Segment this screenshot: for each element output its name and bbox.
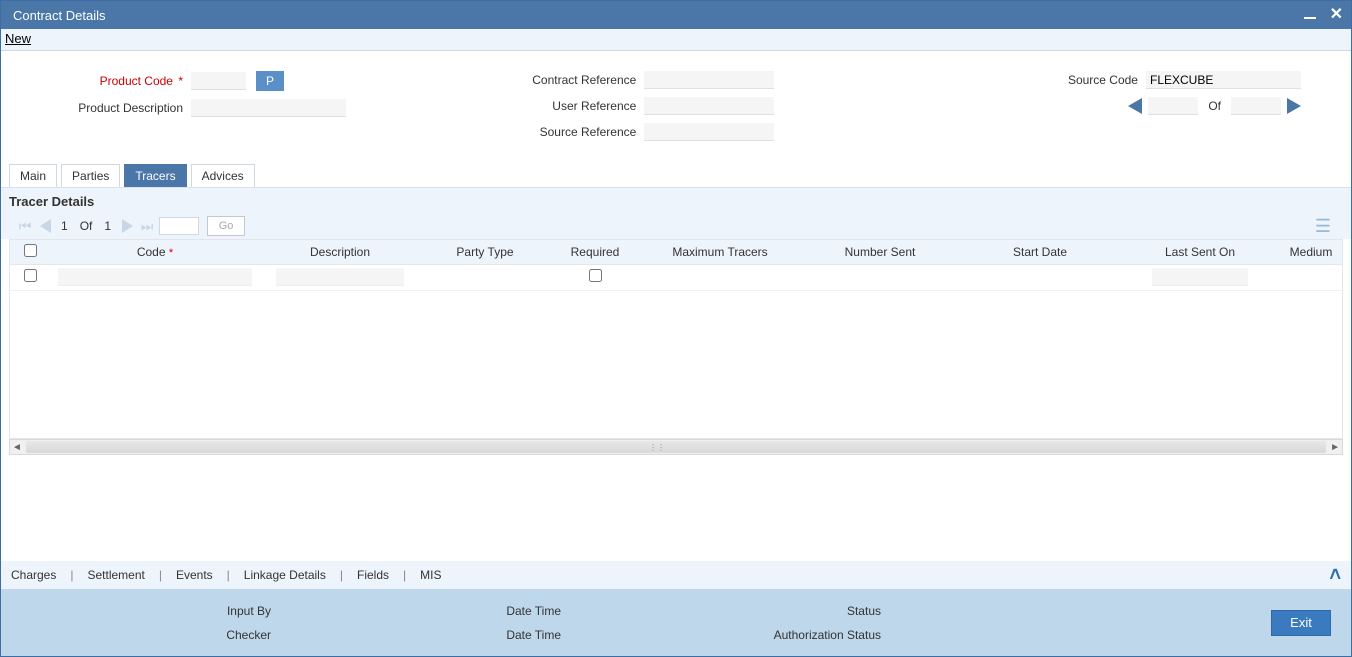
- close-icon[interactable]: ✕: [1330, 7, 1343, 23]
- product-code-input[interactable]: [191, 72, 246, 90]
- cell-required-checkbox[interactable]: [589, 269, 602, 282]
- window-title: Contract Details: [9, 8, 105, 23]
- link-linkage-details[interactable]: Linkage Details: [244, 568, 326, 582]
- new-link[interactable]: New: [5, 31, 31, 46]
- tab-parties[interactable]: Parties: [61, 164, 120, 187]
- source-ref-input[interactable]: [644, 123, 774, 141]
- status-bar: Input By Date Time Status Checker Date T…: [1, 589, 1351, 656]
- collapse-caret-icon[interactable]: ˄: [1329, 564, 1341, 587]
- cell-start-date: [960, 264, 1120, 290]
- source-ref-label: Source Reference: [464, 125, 644, 139]
- link-settlement[interactable]: Settlement: [87, 568, 144, 582]
- source-code-input[interactable]: [1146, 71, 1301, 89]
- pager-first-icon[interactable]: ⏮: [17, 218, 33, 234]
- col-required: Required: [550, 240, 640, 264]
- scroll-track[interactable]: ⋮⋮: [26, 441, 1326, 453]
- status-date-time-1: Date Time: [311, 604, 601, 618]
- row-select-checkbox[interactable]: [24, 269, 37, 282]
- titlebar-controls: ✕: [1304, 7, 1343, 23]
- exit-button[interactable]: Exit: [1271, 610, 1331, 636]
- status-status: Status: [601, 604, 921, 618]
- record-index-input[interactable]: [1148, 97, 1198, 115]
- col-max-tracers: Maximum Tracers: [640, 240, 800, 264]
- status-checker: Checker: [21, 628, 311, 642]
- select-all-checkbox[interactable]: [24, 244, 37, 257]
- col-last-sent-on: Last Sent On: [1120, 240, 1280, 264]
- status-input-by: Input By: [21, 604, 311, 618]
- tracer-section: Tracer Details ⏮ 1 Of 1 ⏭ Go ☰: [1, 187, 1351, 239]
- record-total-input: [1231, 97, 1281, 115]
- tab-advices[interactable]: Advices: [191, 164, 255, 187]
- table-pager: ⏮ 1 Of 1 ⏭ Go ☰: [9, 213, 1343, 239]
- link-charges[interactable]: Charges: [11, 568, 56, 582]
- cell-max-tracers: [640, 264, 800, 290]
- source-code-label: Source Code: [1068, 73, 1146, 87]
- next-record-icon[interactable]: [1287, 98, 1301, 114]
- pager-current: 1: [61, 219, 68, 233]
- pager-next-icon[interactable]: [122, 219, 133, 233]
- product-code-label: Product Code *: [11, 74, 191, 88]
- user-ref-label: User Reference: [464, 99, 644, 113]
- scroll-left-icon[interactable]: ◄: [12, 442, 22, 453]
- user-ref-input[interactable]: [644, 97, 774, 115]
- pager-total: 1: [104, 219, 111, 233]
- of-label: Of: [1208, 99, 1221, 113]
- col-description: Description: [260, 240, 420, 264]
- contract-ref-label: Contract Reference: [464, 73, 644, 87]
- pager-go-button[interactable]: Go: [207, 216, 245, 236]
- form-col-left: Product Code * P Product Description: [11, 71, 434, 149]
- tracer-table: Code * Description Party Type Required M…: [9, 239, 1343, 439]
- horizontal-scrollbar[interactable]: ◄ ⋮⋮ ►: [9, 439, 1343, 455]
- link-fields[interactable]: Fields: [357, 568, 389, 582]
- col-medium: Medium: [1280, 240, 1342, 264]
- col-code: Code *: [50, 240, 260, 264]
- form-col-mid: Contract Reference User Reference Source…: [464, 71, 887, 149]
- tab-tracers[interactable]: Tracers: [124, 164, 186, 187]
- pager-of: Of: [80, 219, 93, 233]
- prev-record-icon[interactable]: [1128, 98, 1142, 114]
- product-desc-input[interactable]: [191, 99, 346, 117]
- product-lookup-button[interactable]: P: [256, 71, 284, 91]
- minimize-icon[interactable]: [1304, 17, 1316, 19]
- cell-medium: [1280, 264, 1342, 290]
- pager-goto-input[interactable]: [159, 217, 199, 235]
- cell-last-sent-input[interactable]: [1152, 268, 1248, 286]
- table-row: [10, 264, 1342, 290]
- contract-ref-input[interactable]: [644, 71, 774, 89]
- cell-number-sent: [800, 264, 960, 290]
- col-number-sent: Number Sent: [800, 240, 960, 264]
- cell-party-type: [420, 264, 550, 290]
- col-party-type: Party Type: [420, 240, 550, 264]
- tracer-details-heading: Tracer Details: [9, 194, 1343, 213]
- scroll-right-icon[interactable]: ►: [1330, 442, 1340, 453]
- link-mis[interactable]: MIS: [420, 568, 441, 582]
- product-desc-label: Product Description: [11, 101, 191, 115]
- form-col-right: Source Code Of: [918, 71, 1341, 149]
- header-form: Product Code * P Product Description Con…: [1, 51, 1351, 164]
- list-view-icon[interactable]: ☰: [1315, 216, 1335, 237]
- titlebar: Contract Details ✕: [1, 1, 1351, 29]
- col-start-date: Start Date: [960, 240, 1120, 264]
- cell-description-input[interactable]: [276, 268, 404, 286]
- pager-last-icon[interactable]: ⏭: [139, 218, 155, 234]
- table-header-row: Code * Description Party Type Required M…: [10, 240, 1342, 264]
- bottom-link-bar: Charges | Settlement | Events | Linkage …: [1, 561, 1351, 589]
- record-pager: Of: [918, 97, 1341, 115]
- pager-prev-icon[interactable]: [40, 219, 51, 233]
- link-events[interactable]: Events: [176, 568, 213, 582]
- cell-code-input[interactable]: [58, 268, 251, 286]
- status-auth-status: Authorization Status: [601, 628, 921, 642]
- tab-main[interactable]: Main: [9, 164, 57, 187]
- action-bar: New: [1, 29, 1351, 51]
- tabs: Main Parties Tracers Advices: [1, 164, 1351, 187]
- status-date-time-2: Date Time: [311, 628, 601, 642]
